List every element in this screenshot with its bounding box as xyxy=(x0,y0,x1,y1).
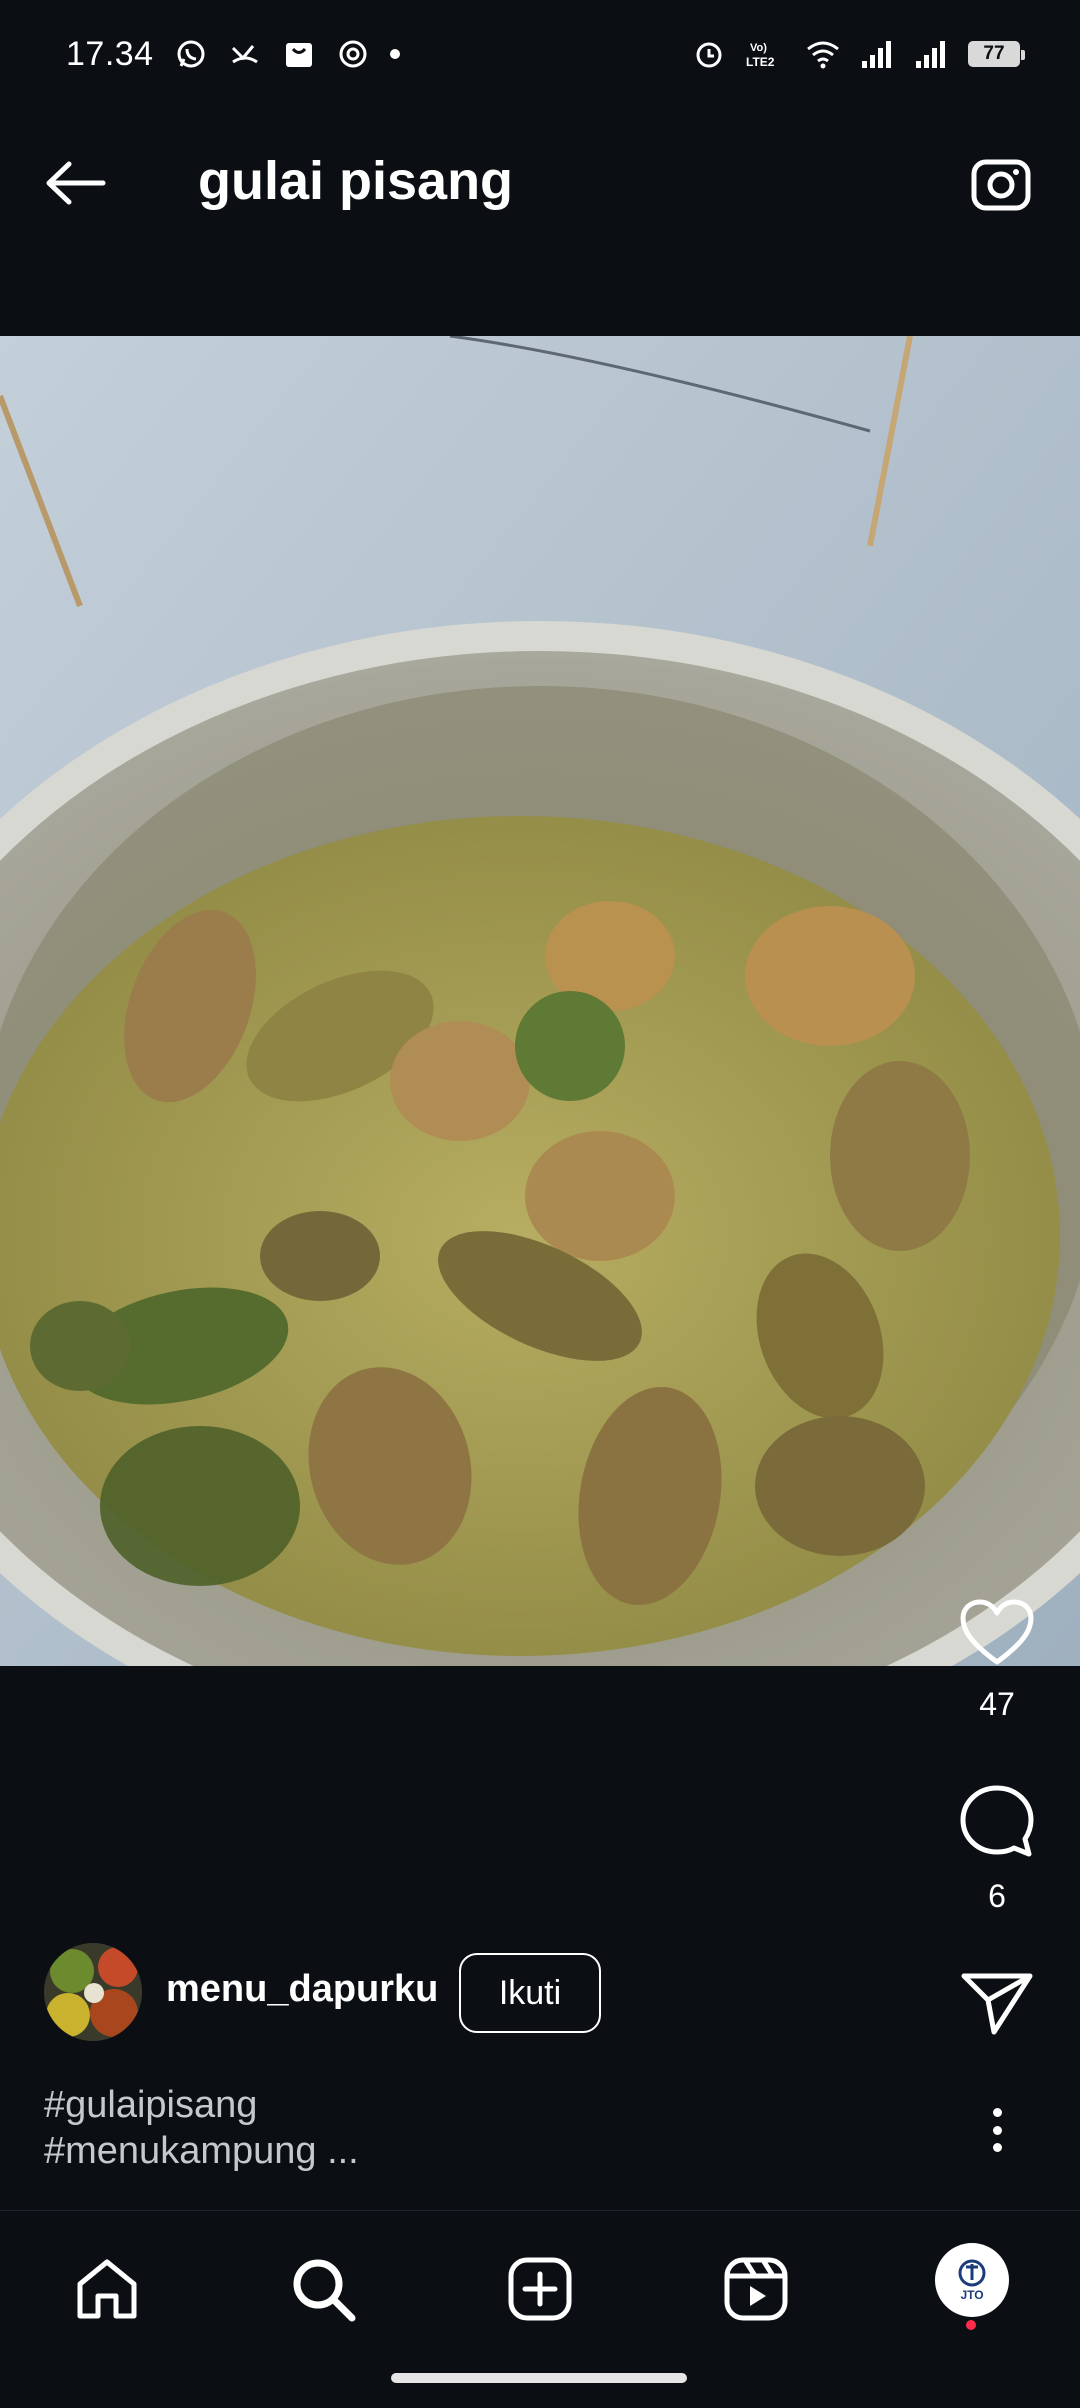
paper-plane-icon xyxy=(961,1973,1033,2035)
missed-call-icon xyxy=(228,37,262,71)
signal-icon-1 xyxy=(860,37,894,71)
battery-indicator: 77 xyxy=(968,41,1025,67)
caption-line: #gulaipisang xyxy=(44,2084,258,2126)
profile-notification-dot xyxy=(966,2320,976,2330)
svg-text:LTE2: LTE2 xyxy=(746,55,775,69)
shopping-bag-icon xyxy=(282,37,316,71)
more-options-button[interactable] xyxy=(982,2100,1012,2160)
comment-count: 6 xyxy=(988,1878,1006,1914)
more-dot xyxy=(992,2125,1002,2135)
more-dot xyxy=(992,2108,1002,2117)
nav-reels[interactable] xyxy=(720,2253,792,2325)
gulai-pisang-photo xyxy=(0,336,1080,1666)
nav-home[interactable] xyxy=(71,2253,143,2325)
status-right: Vo) LTE2 77 xyxy=(692,37,1025,71)
home-icon xyxy=(77,2259,137,2319)
post-caption[interactable]: #gulaipisang #menukampung ... xyxy=(44,2082,359,2174)
back-button[interactable] xyxy=(42,153,110,213)
plus-square-icon xyxy=(508,2257,572,2321)
follow-button[interactable]: Ikuti xyxy=(459,1953,601,2033)
post-image[interactable] xyxy=(0,336,1080,1666)
arrow-left-icon xyxy=(46,161,106,205)
comment-icon[interactable] xyxy=(959,1784,1035,1860)
like-action: 47 xyxy=(947,1598,1047,1723)
comment-action: 6 xyxy=(947,1784,1047,1915)
heart-icon[interactable] xyxy=(959,1598,1035,1668)
camera-button[interactable] xyxy=(968,150,1034,216)
nav-search[interactable] xyxy=(287,2253,359,2325)
wifi-icon xyxy=(806,37,840,71)
camera-icon xyxy=(971,159,1031,211)
more-notifications-dot xyxy=(389,49,400,59)
author-avatar[interactable] xyxy=(44,1943,142,2041)
whatsapp-icon xyxy=(174,37,208,71)
caption-line: #menukampung ... xyxy=(44,2130,359,2172)
profile-initials: JTO xyxy=(960,2288,984,2302)
alarm-icon xyxy=(692,37,726,71)
page-title: gulai pisang xyxy=(198,151,514,211)
status-time: 17.34 xyxy=(66,34,154,73)
more-dot xyxy=(992,2143,1002,2152)
author-username[interactable]: menu_dapurku xyxy=(166,1968,438,2011)
signal-icon-2 xyxy=(914,37,948,71)
status-left: 17.34 xyxy=(66,35,400,74)
target-icon xyxy=(336,37,370,71)
like-count: 47 xyxy=(979,1686,1015,1722)
svg-text:Vo): Vo) xyxy=(750,42,767,54)
home-indicator[interactable] xyxy=(391,2373,687,2383)
header: gulai pisang xyxy=(0,108,1080,258)
food-avatar-image xyxy=(44,1943,142,2041)
profile-logo-icon xyxy=(958,2259,986,2287)
status-bar: 17.34 Vo) LTE2 77 xyxy=(0,0,1080,108)
nav-create[interactable] xyxy=(504,2253,576,2325)
nav-profile[interactable]: JTO xyxy=(935,2243,1009,2317)
search-icon xyxy=(293,2259,356,2322)
reels-icon xyxy=(724,2257,788,2321)
volte-icon: Vo) LTE2 xyxy=(746,37,786,71)
share-button[interactable] xyxy=(960,1970,1034,2036)
